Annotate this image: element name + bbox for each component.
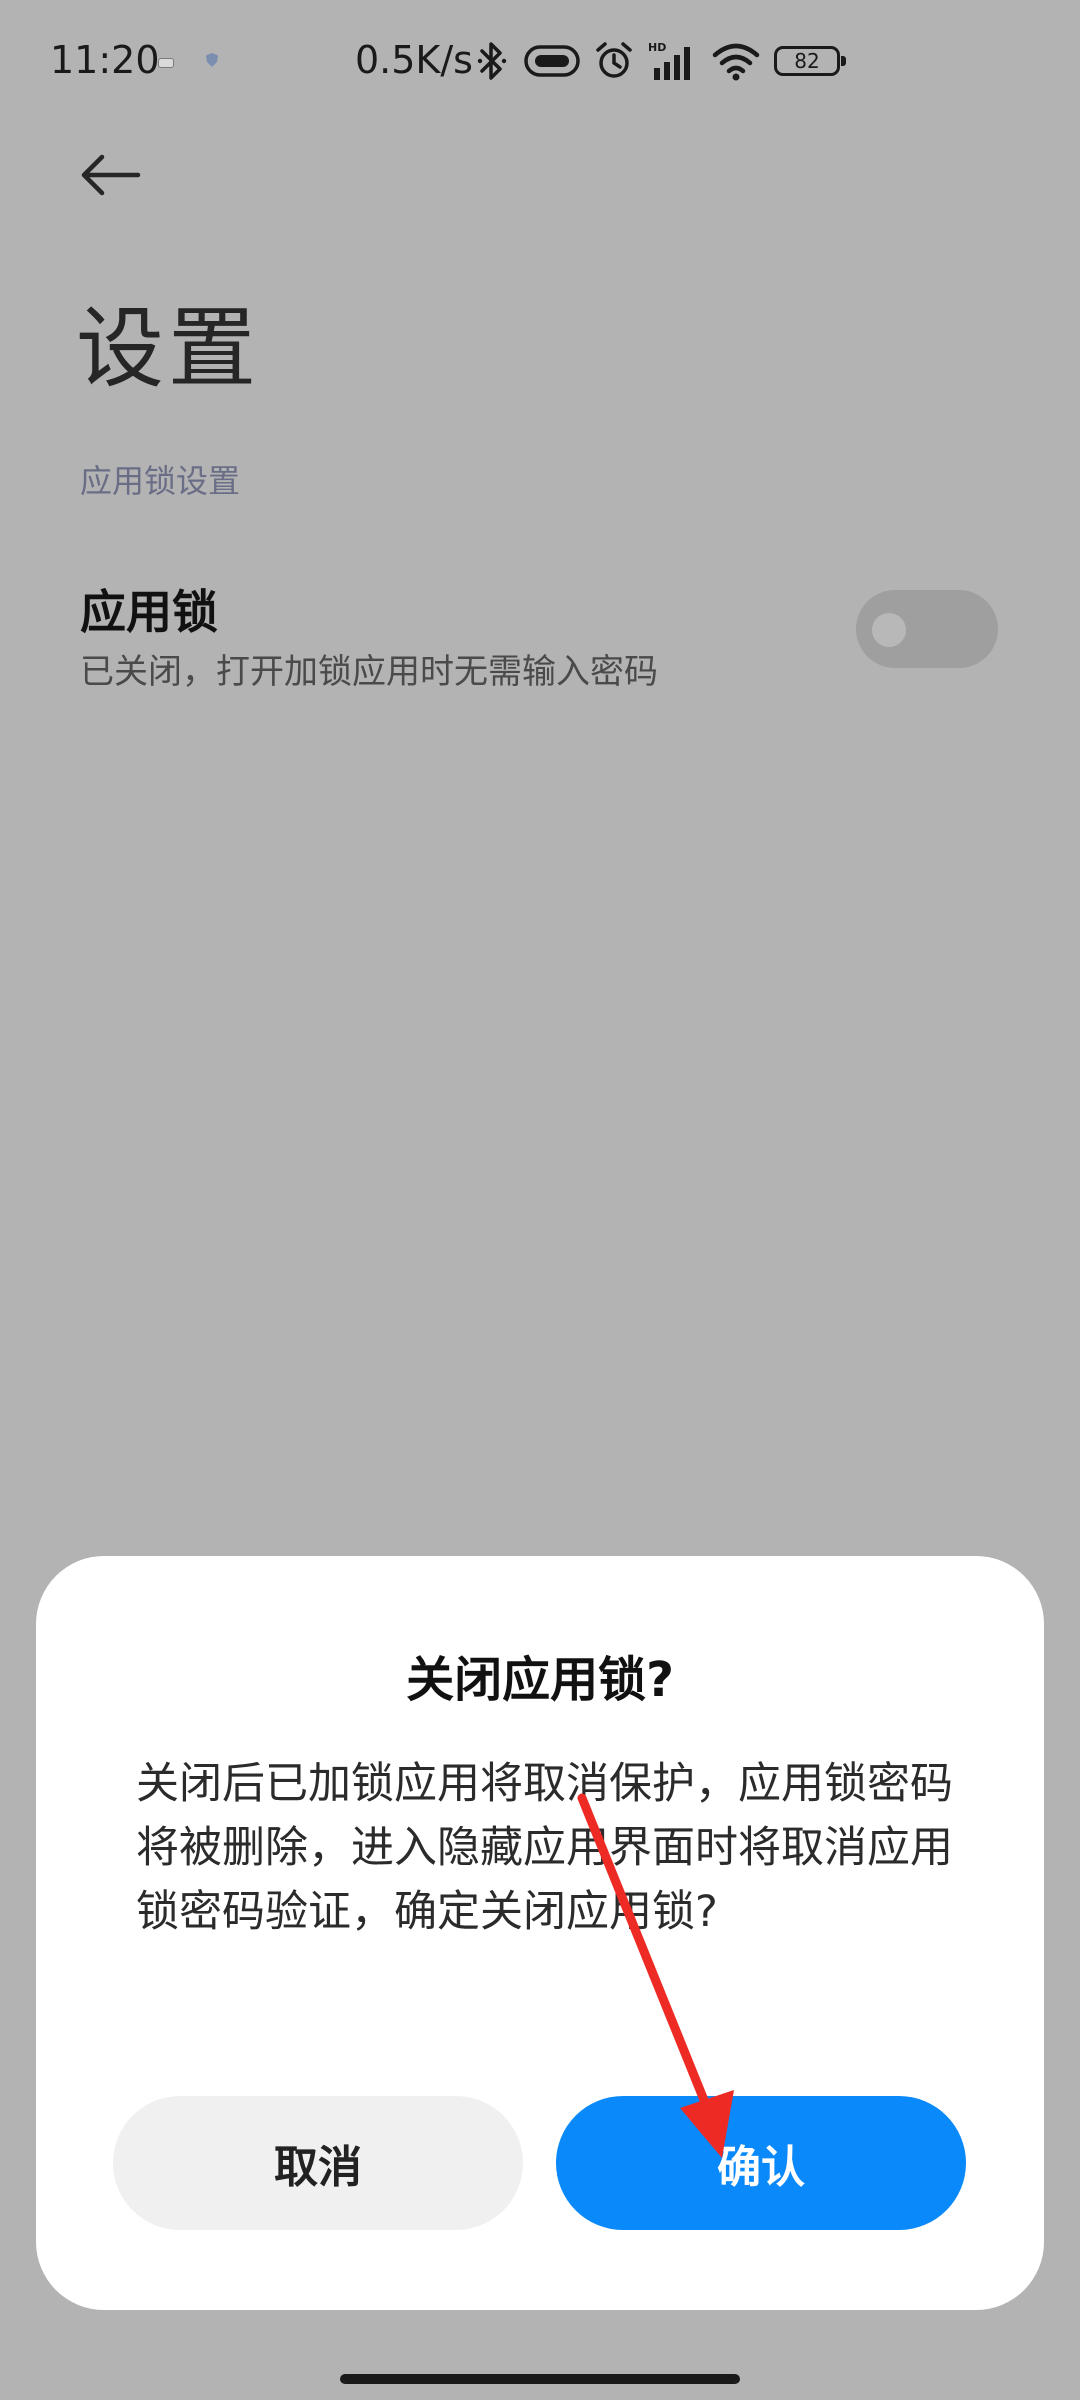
cancel-button[interactable]: 取消 <box>113 2096 523 2230</box>
app-lock-subtitle: 已关闭，打开加锁应用时无需输入密码 <box>80 652 658 692</box>
status-time: 11:20 <box>50 38 160 82</box>
section-header: 应用锁设置 <box>80 462 241 500</box>
shield-icon <box>206 53 218 67</box>
battery-level: 82 <box>794 49 820 73</box>
battery-icon: 82 <box>774 46 846 76</box>
bluetooth-icon <box>477 42 507 80</box>
back-button[interactable] <box>70 140 150 210</box>
dialog-message: 关闭后已加锁应用将取消保护，应用锁密码将被删除，进入隐藏应用界面时将取消应用锁密… <box>136 1759 953 1937</box>
app-lock-title: 应用锁 <box>80 585 218 639</box>
hd-label: HD <box>648 41 666 54</box>
app-lock-toggle[interactable] <box>856 590 998 668</box>
back-arrow-icon <box>81 154 141 196</box>
status-icons: HD 82 <box>474 40 846 82</box>
vibrate-mode-icon <box>524 45 580 77</box>
network-speed: 0.5K/s <box>355 38 473 82</box>
disable-app-lock-dialog: 关闭应用锁? 关闭后已加锁应用将取消保护，应用锁密码将被删除，进入隐藏应用界面时… <box>36 1556 1044 2310</box>
app-lock-setting-row[interactable]: 应用锁 已关闭，打开加锁应用时无需输入密码 <box>0 560 1080 700</box>
cellular-signal-icon: HD <box>648 41 690 80</box>
alarm-icon <box>596 42 632 78</box>
status-bar: 11:20 0.5K/s HD 82 <box>0 0 1080 130</box>
notification-icon <box>158 58 174 68</box>
confirm-button[interactable]: 确认 <box>556 2096 966 2230</box>
toggle-knob <box>872 613 906 647</box>
wifi-icon <box>712 43 760 81</box>
home-indicator[interactable] <box>340 2374 740 2384</box>
page-title: 设置 <box>76 297 261 400</box>
dialog-title: 关闭应用锁? <box>406 1652 674 1708</box>
